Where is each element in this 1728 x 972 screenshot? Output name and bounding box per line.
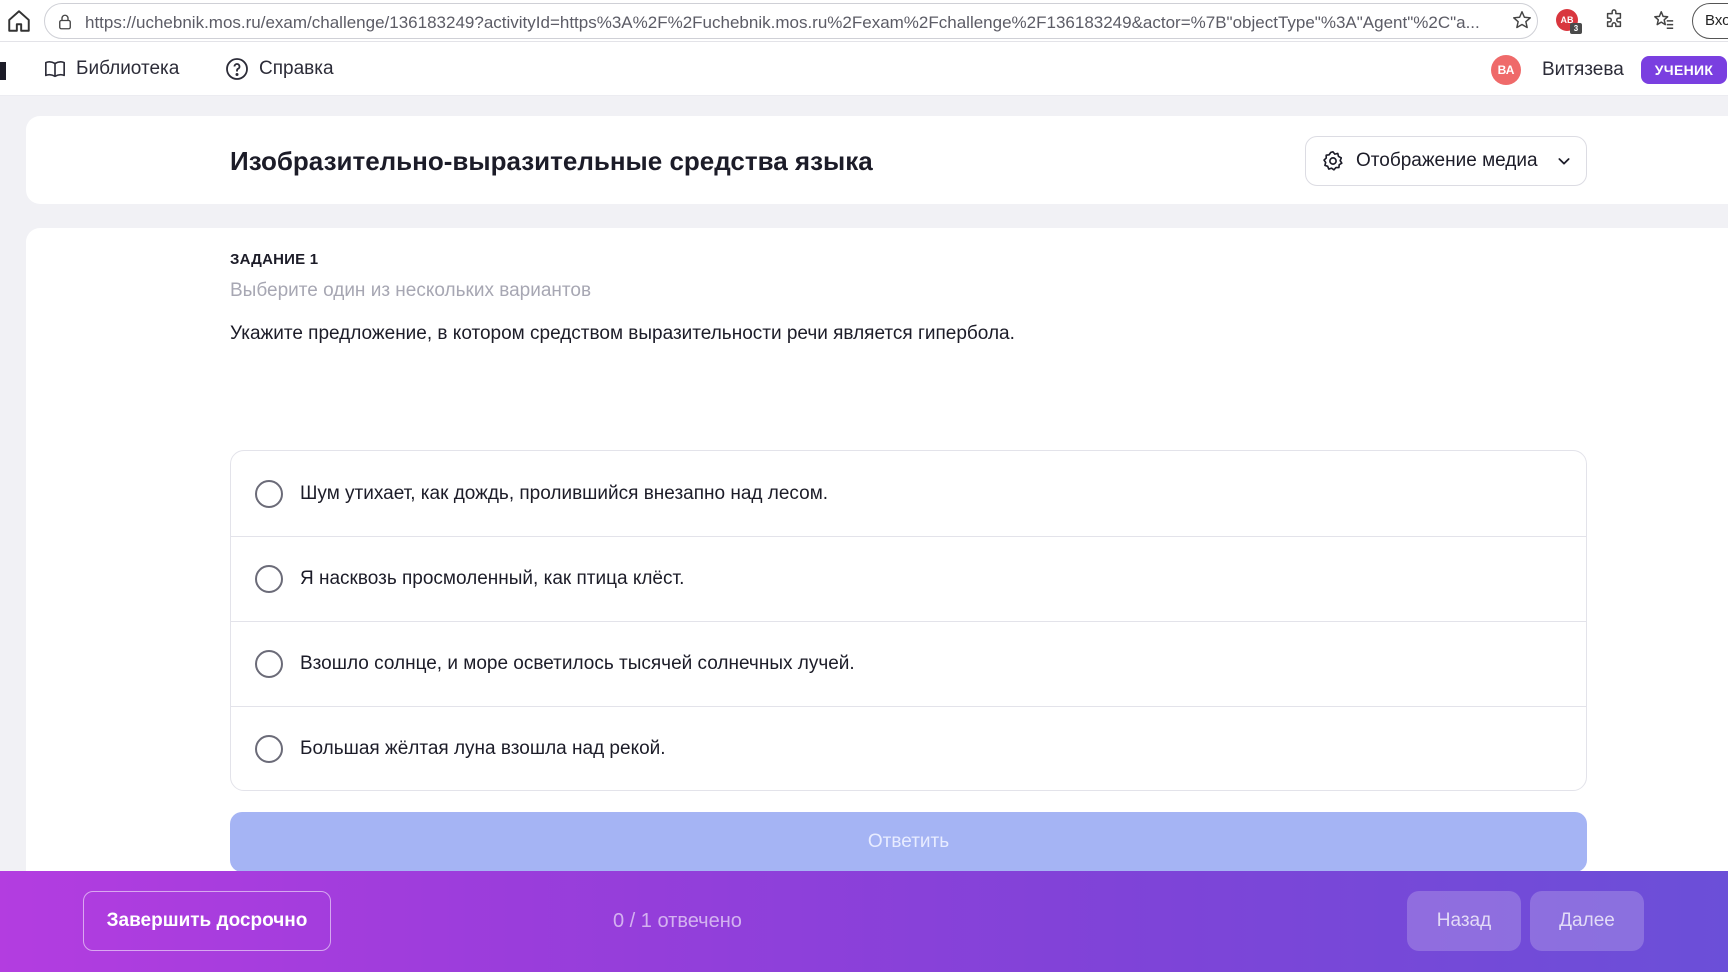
answer-button[interactable]: Ответить xyxy=(230,812,1587,872)
signin-button[interactable]: Вхо xyxy=(1692,3,1728,39)
next-button[interactable]: Далее xyxy=(1530,891,1644,951)
page-title: Изобразительно-выразительные средства яз… xyxy=(230,146,873,176)
app-header: Библиотека Справка ВА Витязева УЧЕНИК xyxy=(0,42,1728,96)
answer-option[interactable]: Шум утихает, как дождь, пролившийся внез… xyxy=(231,451,1586,536)
puzzle-icon[interactable] xyxy=(1603,9,1625,31)
home-icon[interactable] xyxy=(6,8,32,34)
adblock-extension-icon[interactable]: AB 3 xyxy=(1556,9,1582,34)
address-bar[interactable]: https://uchebnik.mos.ru/exam/challenge/1… xyxy=(44,3,1538,39)
lock-icon[interactable] xyxy=(56,13,74,31)
nav-library-label: Библиотека xyxy=(76,58,180,79)
media-display-label: Отображение медиа xyxy=(1356,150,1538,171)
radio-button[interactable] xyxy=(255,565,283,593)
logo[interactable] xyxy=(0,62,6,80)
back-button[interactable]: Назад xyxy=(1407,891,1521,951)
favorites-icon[interactable] xyxy=(1653,9,1675,31)
radio-button[interactable] xyxy=(255,650,283,678)
task-hint: Выберите один из нескольких вариантов xyxy=(230,280,592,301)
finish-early-button[interactable]: Завершить досрочно xyxy=(83,891,331,951)
book-icon xyxy=(45,61,65,78)
nav-help[interactable]: Справка xyxy=(225,55,334,83)
answer-option-text: Я насквозь просмоленный, как птица клёст… xyxy=(300,568,685,589)
help-circle-icon xyxy=(226,58,248,80)
answer-option[interactable]: Большая жёлтая луна взошла над рекой. xyxy=(231,706,1586,790)
task-number: ЗАДАНИЕ 1 xyxy=(230,251,319,268)
avatar[interactable]: ВА xyxy=(1491,55,1521,85)
answer-option[interactable]: Взошло солнце, и море осветилось тысячей… xyxy=(231,621,1586,706)
url-text[interactable]: https://uchebnik.mos.ru/exam/challenge/1… xyxy=(85,14,1481,32)
role-badge: УЧЕНИК xyxy=(1641,56,1727,84)
extension-count: 3 xyxy=(1570,23,1582,34)
task-question: Укажите предложение, в котором средством… xyxy=(230,323,1015,344)
answer-option-text: Взошло солнце, и море осветилось тысячей… xyxy=(300,653,855,674)
answer-option[interactable]: Я насквозь просмоленный, как птица клёст… xyxy=(231,536,1586,621)
star-icon[interactable] xyxy=(1511,9,1533,31)
username[interactable]: Витязева xyxy=(1542,59,1624,81)
media-display-button[interactable]: Отображение медиа xyxy=(1305,136,1587,186)
browser-toolbar: https://uchebnik.mos.ru/exam/challenge/1… xyxy=(0,0,1728,42)
gear-icon xyxy=(1323,151,1343,171)
answer-option-text: Большая жёлтая луна взошла над рекой. xyxy=(300,738,666,759)
radio-button[interactable] xyxy=(255,735,283,763)
progress-counter: 0 / 1 отвечено xyxy=(613,910,742,932)
answer-option-text: Шум утихает, как дождь, пролившийся внез… xyxy=(300,482,829,504)
answer-options: Шум утихает, как дождь, пролившийся внез… xyxy=(230,450,1587,791)
nav-help-label: Справка xyxy=(259,58,334,79)
radio-button[interactable] xyxy=(255,479,283,508)
chevron-down-icon xyxy=(1558,158,1570,165)
nav-library[interactable]: Библиотека xyxy=(44,55,179,83)
